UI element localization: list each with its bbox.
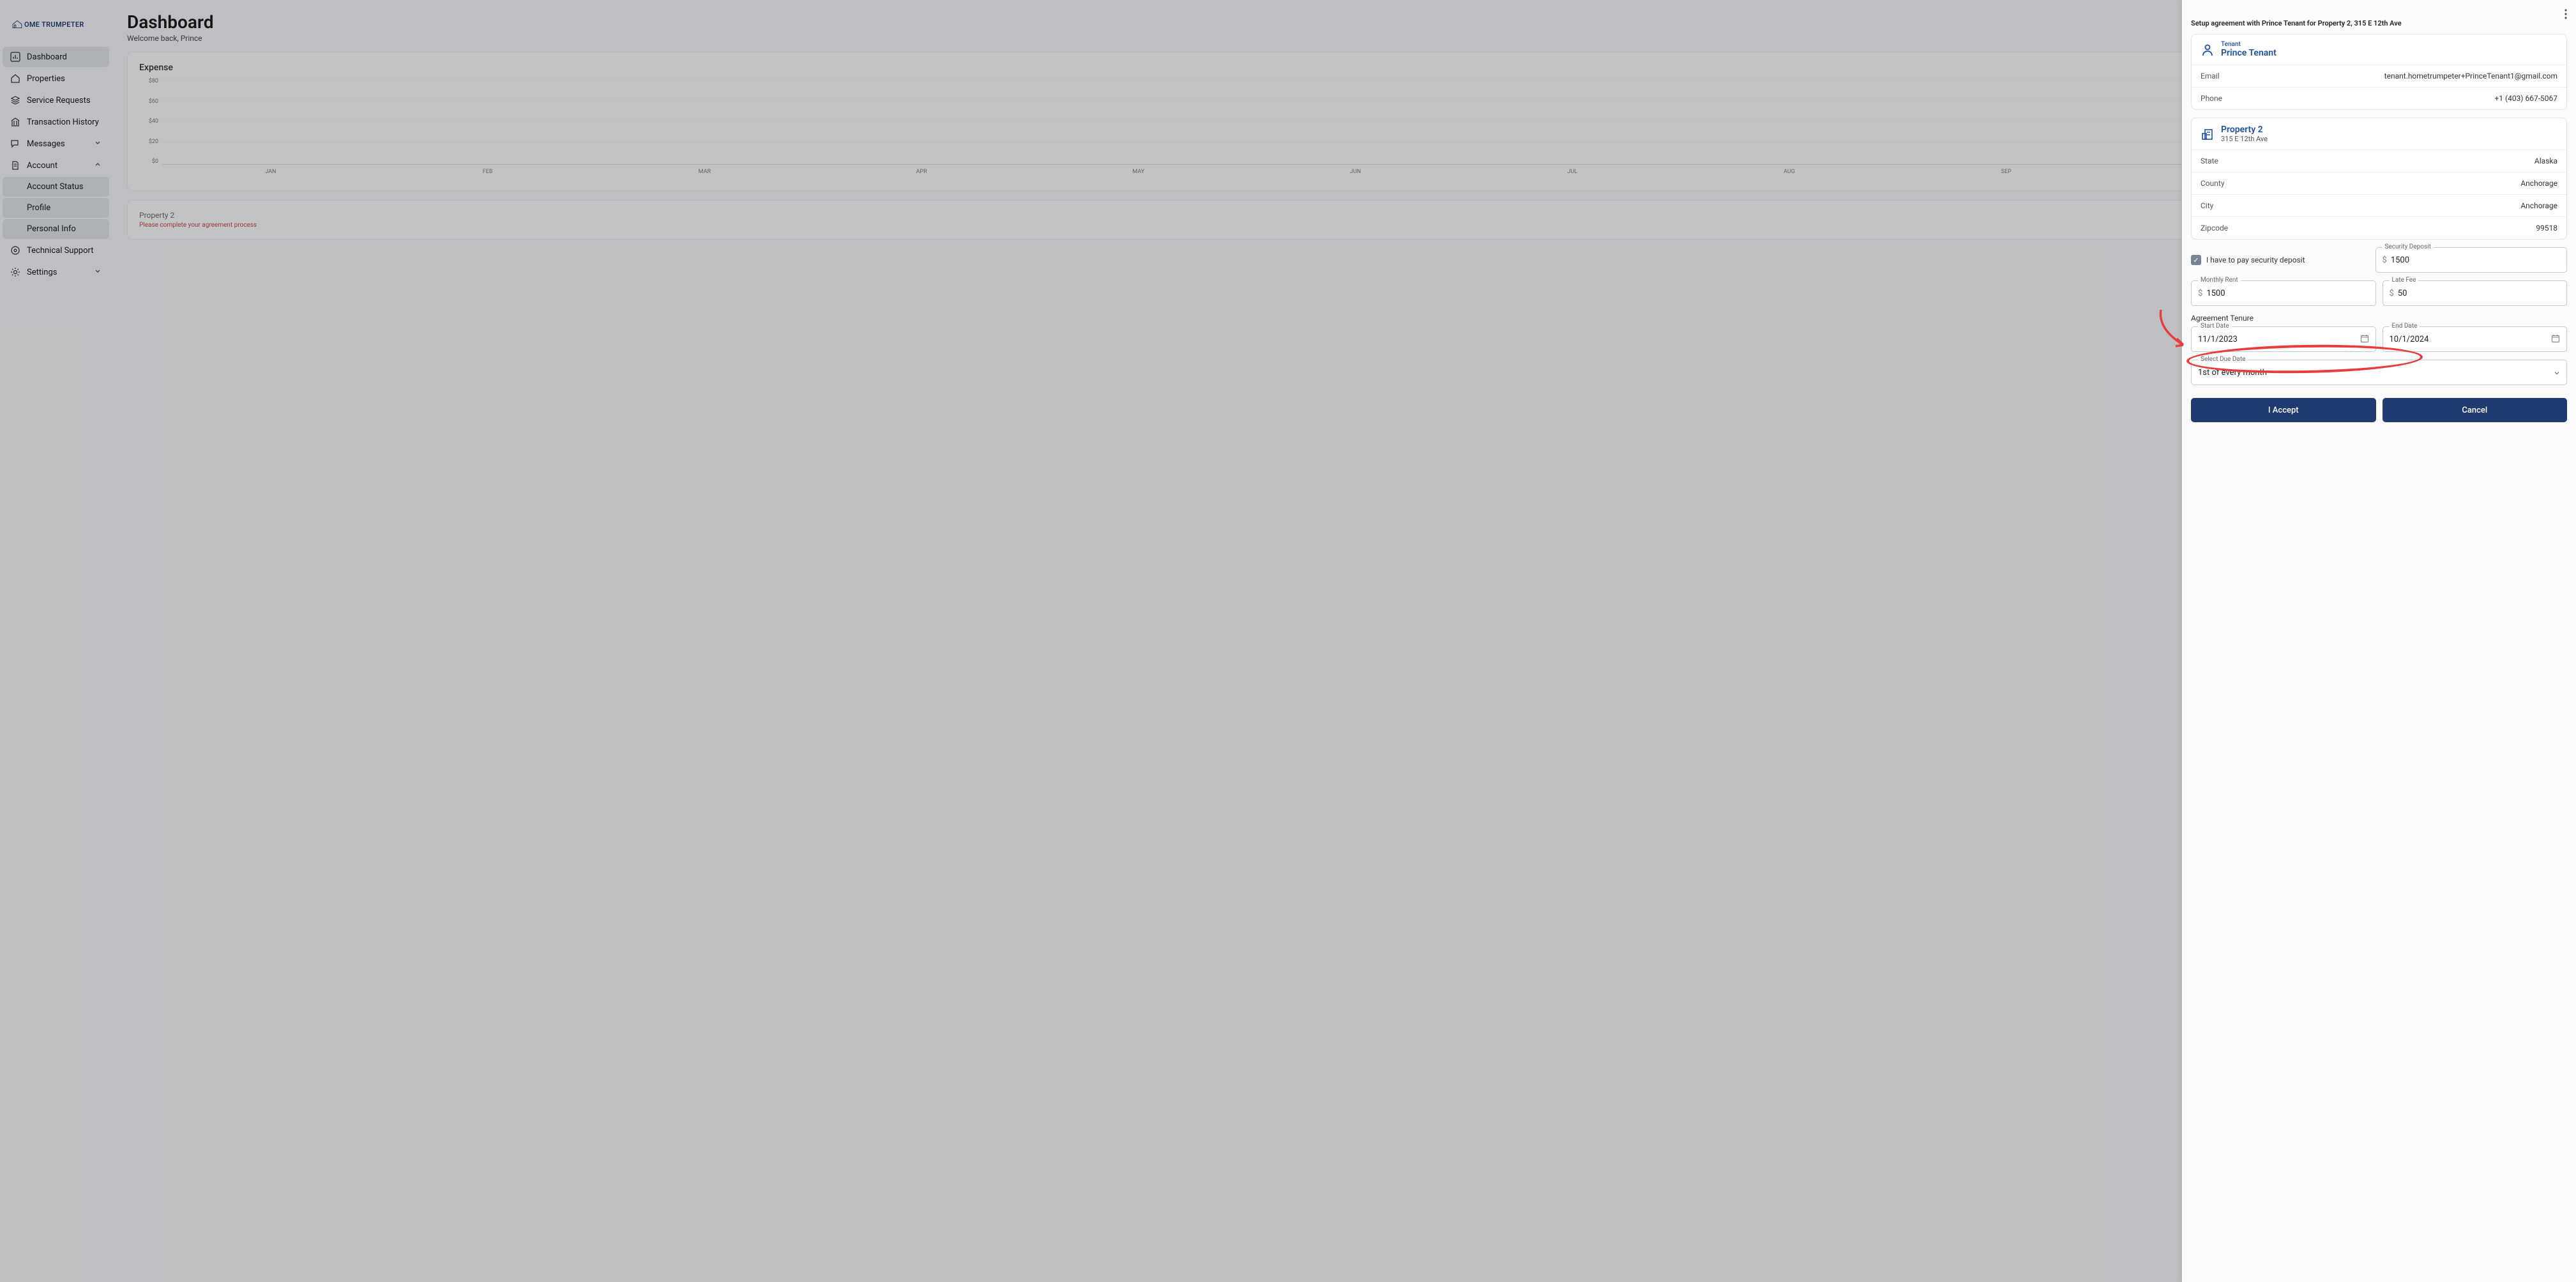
tenant-phone-row: Phone +1 (403) 667-5067 xyxy=(2192,87,2566,109)
property-city-row: City Anchorage xyxy=(2192,194,2566,217)
sidebar-item-label: Personal Info xyxy=(27,224,76,234)
kebab-icon xyxy=(2565,9,2567,19)
security-deposit-field[interactable]: Security Deposit $ 1500 xyxy=(2375,247,2568,273)
brand-name: OME TRUMPETER xyxy=(24,20,84,29)
sidebar-item-technical-support[interactable]: Technical Support xyxy=(3,240,109,261)
end-date-field[interactable]: End Date 10/1/2024 xyxy=(2383,326,2568,352)
sidebar-item-label: Account Status xyxy=(27,182,84,192)
chevron-down-icon xyxy=(94,267,102,277)
security-deposit-check-label: I have to pay security deposit xyxy=(2206,256,2305,264)
checkbox-checked-icon: ✓ xyxy=(2191,255,2201,265)
tenant-email-row: Email tenant.hometrumpeter+PrinceTenant1… xyxy=(2192,65,2566,87)
property-address: 315 E 12th Ave xyxy=(2221,135,2268,143)
bank-icon xyxy=(10,117,20,127)
sidebar-item-label: Profile xyxy=(27,203,50,213)
property-state-row: State Alaska xyxy=(2192,149,2566,172)
due-date-select[interactable]: Select Due Date 1st of every month xyxy=(2191,360,2567,385)
chart-y-axis: $80 $60 $40 $20 $0 xyxy=(139,78,158,165)
building-icon xyxy=(2201,127,2215,141)
agreement-panel: Setup agreement with Prince Tenant for P… xyxy=(2182,0,2576,1282)
sidebar-item-label: Service Requests xyxy=(27,96,91,105)
support-icon xyxy=(10,245,20,256)
sidebar-item-label: Account xyxy=(27,161,57,171)
sidebar-item-label: Messages xyxy=(27,139,65,149)
person-icon xyxy=(2201,43,2215,57)
chevron-up-icon xyxy=(94,160,102,171)
dollar-icon: $ xyxy=(2390,289,2394,298)
document-icon xyxy=(10,160,20,171)
sidebar-item-dashboard[interactable]: Dashboard xyxy=(3,47,109,67)
more-options-button[interactable] xyxy=(2562,6,2570,24)
accept-button[interactable]: I Accept xyxy=(2191,398,2376,422)
chevron-down-icon xyxy=(94,139,102,149)
chat-icon xyxy=(10,139,20,149)
tenant-name: Prince Tenant xyxy=(2221,48,2277,58)
sidebar-subitem-personal-info[interactable]: Personal Info xyxy=(3,219,109,239)
layers-icon xyxy=(10,95,20,105)
calendar-icon xyxy=(2551,333,2560,346)
house-logo-icon xyxy=(12,19,22,29)
sidebar-item-account[interactable]: Account xyxy=(3,155,109,176)
sidebar: OME TRUMPETER Dashboard Properties Servi… xyxy=(0,0,112,1282)
sidebar-subitem-account-status[interactable]: Account Status xyxy=(3,177,109,197)
sidebar-item-service-requests[interactable]: Service Requests xyxy=(3,90,109,111)
panel-title: Setup agreement with Prince Tenant for P… xyxy=(2191,19,2567,27)
sidebar-item-label: Settings xyxy=(27,268,57,277)
sidebar-item-label: Properties xyxy=(27,74,65,84)
property-county-row: County Anchorage xyxy=(2192,172,2566,194)
sidebar-item-properties[interactable]: Properties xyxy=(3,68,109,89)
sidebar-item-label: Technical Support xyxy=(27,246,93,256)
monthly-rent-field[interactable]: Monthly Rent $ 1500 xyxy=(2191,280,2376,306)
security-deposit-checkbox-row[interactable]: ✓ I have to pay security deposit xyxy=(2191,247,2369,273)
tenure-section-label: Agreement Tenure xyxy=(2191,314,2567,323)
sidebar-item-messages[interactable]: Messages xyxy=(3,134,109,154)
cancel-button[interactable]: Cancel xyxy=(2383,398,2568,422)
sidebar-item-label: Transaction History xyxy=(27,118,99,127)
sidebar-item-transaction-history[interactable]: Transaction History xyxy=(3,112,109,132)
property-name: Property 2 xyxy=(2221,125,2268,135)
calendar-icon xyxy=(2360,333,2369,346)
sidebar-item-settings[interactable]: Settings xyxy=(3,262,109,282)
tenant-card: Tenant Prince Tenant Email tenant.hometr… xyxy=(2191,34,2567,110)
dollar-icon: $ xyxy=(2383,256,2387,265)
dollar-icon: $ xyxy=(2198,289,2202,298)
tenant-label: Tenant xyxy=(2221,41,2277,48)
sidebar-subitem-profile[interactable]: Profile xyxy=(3,198,109,218)
home-icon xyxy=(10,73,20,84)
chevron-down-icon xyxy=(2554,367,2560,379)
late-fee-field[interactable]: Late Fee $ 50 xyxy=(2383,280,2568,306)
bar-chart-icon xyxy=(10,52,20,62)
brand-logo: OME TRUMPETER xyxy=(3,13,109,45)
gear-icon xyxy=(10,267,20,277)
property-card: Property 2 315 E 12th Ave State Alaska C… xyxy=(2191,118,2567,240)
sidebar-item-label: Dashboard xyxy=(27,52,67,62)
start-date-field[interactable]: Start Date 11/1/2023 xyxy=(2191,326,2376,352)
property-zip-row: Zipcode 99518 xyxy=(2192,217,2566,239)
